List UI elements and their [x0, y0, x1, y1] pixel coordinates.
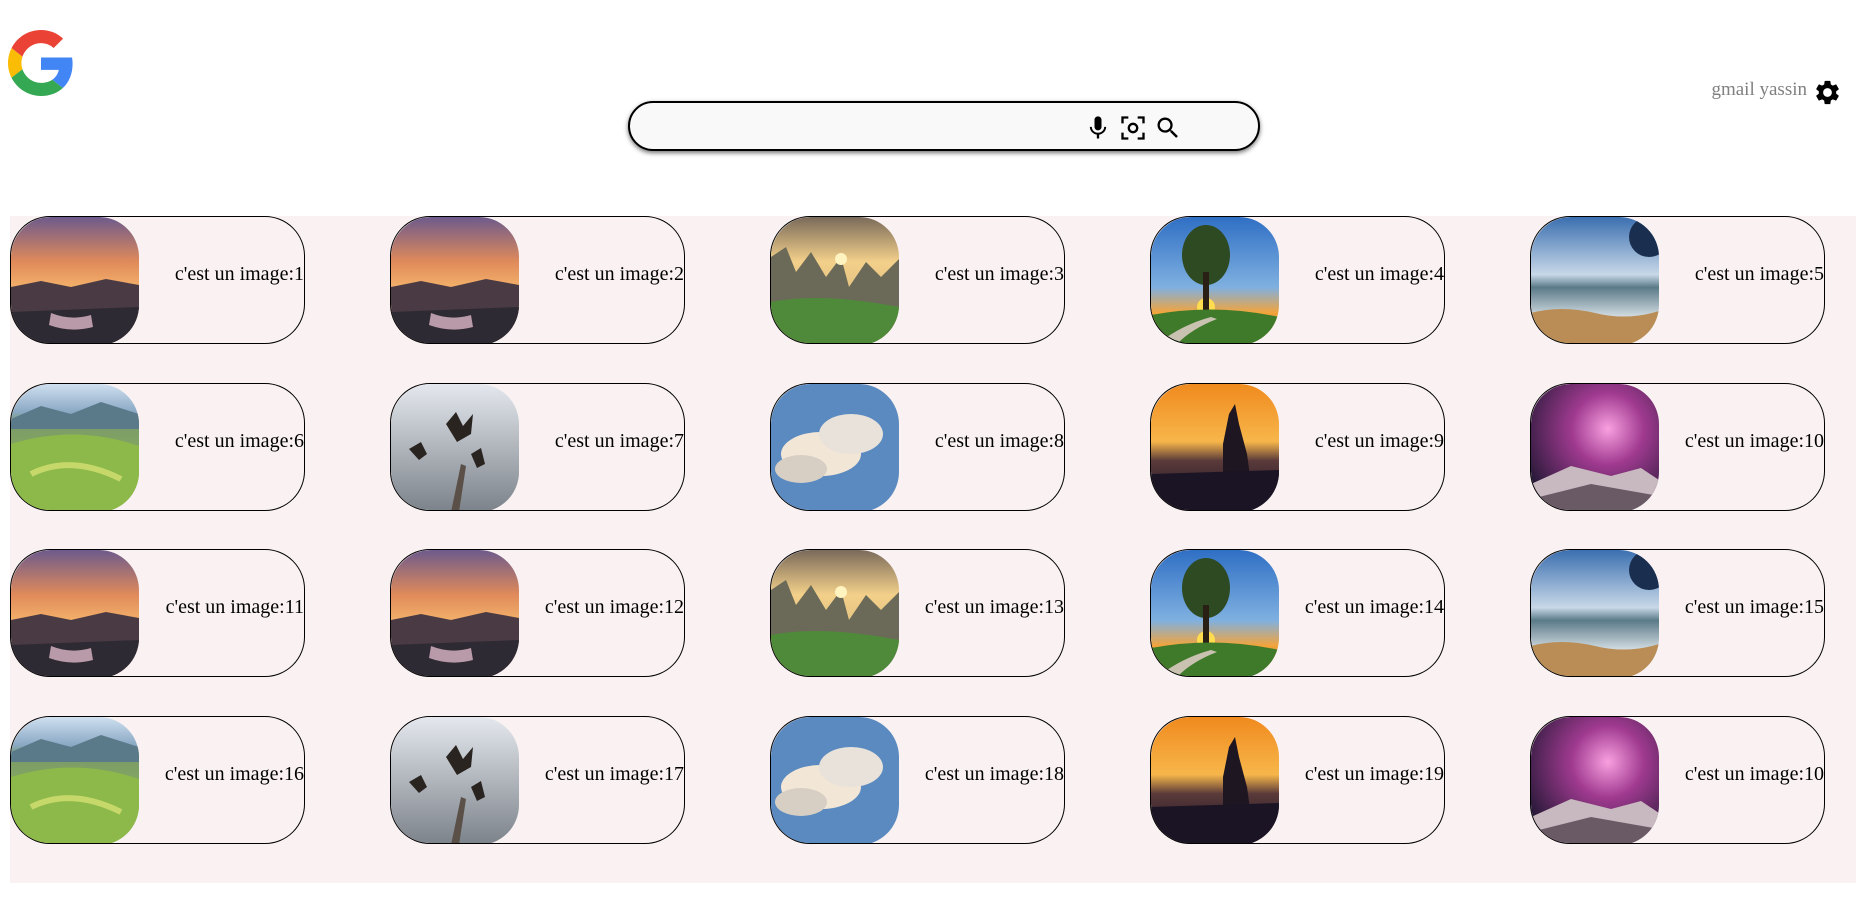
image-card[interactable]: c'est un image:10 — [1530, 383, 1825, 511]
image-card[interactable]: c'est un image:11 — [10, 549, 305, 677]
pink-storm-rocks-image[interactable] — [1531, 384, 1659, 510]
image-caption: c'est un image:15 — [1684, 596, 1824, 618]
clouds-blue-sky-image[interactable] — [771, 717, 899, 843]
image-caption: c'est un image:5 — [1694, 263, 1824, 285]
image-caption: c'est un image:19 — [1304, 763, 1444, 785]
image-card[interactable]: c'est un image:5 — [1530, 216, 1825, 344]
image-caption: c'est un image:16 — [164, 763, 304, 785]
image-caption: c'est un image:8 — [934, 430, 1064, 452]
image-card[interactable]: c'est un image:7 — [390, 383, 685, 511]
image-caption: c'est un image:1 — [174, 263, 304, 285]
image-caption: c'est un image:13 — [924, 596, 1064, 618]
image-card[interactable]: c'est un image:17 — [390, 716, 685, 844]
tree-sunset-path-image[interactable] — [1151, 217, 1279, 343]
rock-mountains-sunrise-image[interactable] — [771, 217, 899, 343]
sunset-canyon-waterfall-image[interactable] — [11, 217, 139, 343]
search-icon[interactable] — [1154, 114, 1182, 142]
pink-storm-rocks-image[interactable] — [1531, 717, 1659, 843]
ocean-waves-beach-image[interactable] — [1531, 217, 1659, 343]
ocean-waves-beach-image[interactable] — [1531, 550, 1659, 676]
image-caption: c'est un image:3 — [934, 263, 1064, 285]
image-caption: c'est un image:10 — [1684, 430, 1824, 452]
search-input[interactable] — [648, 111, 1092, 143]
tree-sunset-path-image[interactable] — [1151, 550, 1279, 676]
sunset-canyon-waterfall-image[interactable] — [391, 217, 519, 343]
image-caption: c'est un image:17 — [544, 763, 684, 785]
image-card[interactable]: c'est un image:8 — [770, 383, 1065, 511]
image-caption: c'est un image:18 — [924, 763, 1064, 785]
green-valley-image[interactable] — [11, 717, 139, 843]
gear-icon[interactable] — [1813, 78, 1842, 107]
microphone-icon[interactable] — [1084, 114, 1112, 142]
image-card[interactable]: c'est un image:3 — [770, 216, 1065, 344]
image-caption: c'est un image:9 — [1314, 430, 1444, 452]
image-caption: c'est un image:6 — [174, 430, 304, 452]
image-grid: c'est un image:1 c'est un image:2 c'est … — [10, 216, 1856, 883]
rock-mountains-sunrise-image[interactable] — [771, 550, 899, 676]
image-card[interactable]: c'est un image:19 — [1150, 716, 1445, 844]
rock-spire-sunset-image[interactable] — [1151, 717, 1279, 843]
image-caption: c'est un image:12 — [544, 596, 684, 618]
eagles-flying-image[interactable] — [391, 384, 519, 510]
image-card[interactable]: c'est un image:12 — [390, 549, 685, 677]
image-card[interactable]: c'est un image:13 — [770, 549, 1065, 677]
image-card[interactable]: c'est un image:15 — [1530, 549, 1825, 677]
rock-spire-sunset-image[interactable] — [1151, 384, 1279, 510]
image-caption: c'est un image:11 — [165, 596, 304, 618]
account-link[interactable]: gmail yassin — [1711, 79, 1807, 101]
image-card[interactable]: c'est un image:1 — [10, 216, 305, 344]
image-caption: c'est un image:7 — [554, 430, 684, 452]
camera-lens-icon[interactable] — [1119, 114, 1147, 142]
image-caption: c'est un image:14 — [1304, 596, 1444, 618]
google-logo-icon[interactable] — [8, 30, 74, 96]
image-caption: c'est un image:2 — [554, 263, 684, 285]
green-valley-image[interactable] — [11, 384, 139, 510]
sunset-canyon-waterfall-image[interactable] — [391, 550, 519, 676]
image-card[interactable]: c'est un image:6 — [10, 383, 305, 511]
image-card[interactable]: c'est un image:9 — [1150, 383, 1445, 511]
search-box[interactable] — [628, 101, 1260, 151]
image-caption: c'est un image:10 — [1684, 763, 1824, 785]
image-card[interactable]: c'est un image:16 — [10, 716, 305, 844]
image-card[interactable]: c'est un image:4 — [1150, 216, 1445, 344]
image-card[interactable]: c'est un image:2 — [390, 216, 685, 344]
eagles-flying-image[interactable] — [391, 717, 519, 843]
image-card[interactable]: c'est un image:14 — [1150, 549, 1445, 677]
image-card[interactable]: c'est un image:10 — [1530, 716, 1825, 844]
sunset-canyon-waterfall-image[interactable] — [11, 550, 139, 676]
image-card[interactable]: c'est un image:18 — [770, 716, 1065, 844]
image-caption: c'est un image:4 — [1314, 263, 1444, 285]
clouds-blue-sky-image[interactable] — [771, 384, 899, 510]
